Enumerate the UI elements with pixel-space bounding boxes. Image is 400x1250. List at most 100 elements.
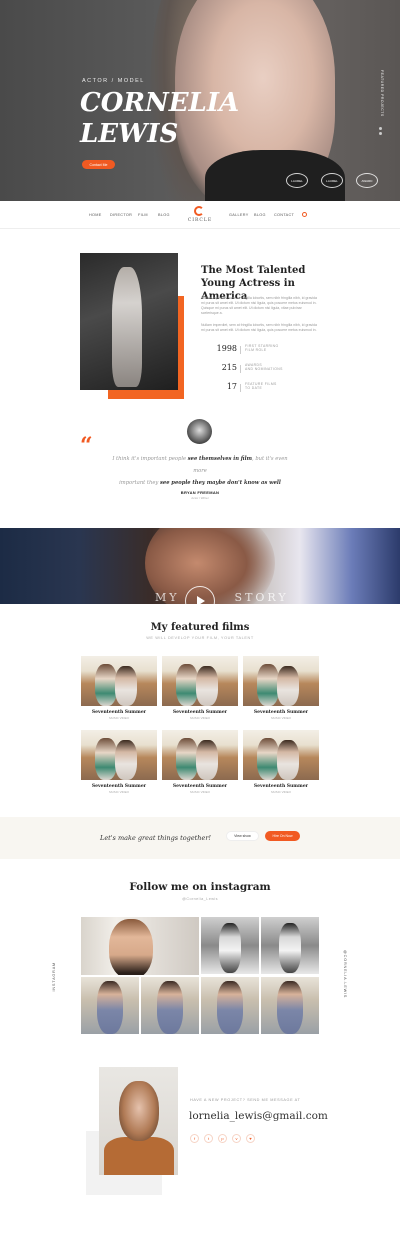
nav-blog[interactable]: BLOG: [158, 213, 170, 217]
stat-divider: [240, 346, 241, 354]
contact-label: HAVE A NEW PROJECT? SEND ME MESSAGE AT: [190, 1098, 301, 1102]
film-card[interactable]: Seventeenth Summer MUSIC VIDEO: [81, 656, 157, 722]
search-icon[interactable]: [302, 212, 307, 217]
film-title[interactable]: Seventeenth Summer: [162, 710, 238, 715]
hero-pager[interactable]: [379, 127, 382, 137]
film-thumbnail[interactable]: [243, 730, 319, 780]
film-category: MUSIC VIDEO: [109, 716, 129, 720]
films-subtitle: WE WILL DEVELOP YOUR FILM, YOUR TALENT: [146, 636, 254, 640]
film-thumbnail[interactable]: [162, 656, 238, 706]
instagram-photo[interactable]: [261, 977, 319, 1034]
stat-divider: [240, 384, 241, 392]
stat-label-line2: AND NOMINATIONS: [245, 367, 283, 372]
instagram-photo[interactable]: [141, 977, 199, 1034]
film-card[interactable]: Seventeenth Summer MUSIC VIDEO: [162, 730, 238, 796]
stat-number: 215: [221, 363, 237, 372]
film-title[interactable]: Seventeenth Summer: [81, 710, 157, 715]
logo-icon[interactable]: [194, 206, 204, 216]
film-thumbnail[interactable]: [243, 656, 319, 706]
film-title[interactable]: Seventeenth Summer: [81, 784, 157, 789]
film-thumbnail[interactable]: [81, 656, 157, 706]
facebook-icon[interactable]: f: [190, 1134, 199, 1143]
film-category: MUSIC VIDEO: [271, 790, 291, 794]
quote-author-role: Actor / Writer: [191, 496, 209, 500]
quote-text: I think it's important people see themse…: [110, 453, 290, 489]
instagram-side-label: INSTAGRAM: [52, 962, 56, 992]
stat-item: 215 AWARDS AND NOMINATIONS: [215, 363, 325, 377]
nav-contact[interactable]: CONTACT: [274, 213, 294, 217]
contact-email[interactable]: lornelia_lewis@gmail.com: [189, 1110, 328, 1122]
films-title: My featured films: [150, 622, 250, 633]
quote-fragment: I think it's important people: [112, 456, 188, 462]
instagram-photo[interactable]: [81, 917, 199, 975]
pinterest-icon[interactable]: p: [218, 1134, 227, 1143]
film-thumbnail[interactable]: [81, 730, 157, 780]
instagram-handle[interactable]: @Cornelia_Lewis: [100, 897, 300, 901]
film-category: MUSIC VIDEO: [109, 790, 129, 794]
stat-item: 1998 FIRST STARRING FILM ROLE: [215, 344, 325, 358]
nav-director[interactable]: DIRECTOR: [110, 213, 132, 217]
nav-home[interactable]: HOME: [89, 213, 102, 217]
quote-emphasis: see themselves in film: [187, 456, 253, 462]
about-paragraph-1: Nullam imperdiet, sem at fringilla lobor…: [201, 296, 317, 315]
stat-number: 1998: [216, 344, 237, 353]
hero-title-line1: CORNELIA: [80, 88, 240, 118]
film-category: MUSIC VIDEO: [271, 716, 291, 720]
quote-fragment: important they: [119, 480, 160, 486]
instagram-side-handle: @CORNELIA.LEWIS: [343, 950, 347, 999]
laurel-award-icon: LAUREL: [286, 173, 308, 188]
about-photo: [80, 253, 178, 390]
hero-eyebrow: ACTOR / MODEL: [82, 78, 145, 84]
view-show-button[interactable]: View show: [226, 831, 259, 841]
stat-label: FEATURE FILMS TO DATE: [245, 382, 277, 390]
stat-divider: [240, 365, 241, 373]
film-card[interactable]: Seventeenth Summer MUSIC VIDEO: [162, 656, 238, 722]
video-title: MY STORY: [155, 591, 289, 604]
nav-film[interactable]: FILM: [138, 213, 148, 217]
stat-label: AWARDS AND NOMINATIONS: [245, 363, 283, 371]
quote-emphasis: see people they maybe don't know as well: [159, 480, 281, 486]
stat-item: 17 FEATURE FILMS TO DATE: [215, 382, 325, 396]
hire-now-button[interactable]: Hire On Now: [265, 831, 300, 841]
nav-gallery[interactable]: GALLERY: [229, 213, 249, 217]
vimeo-icon[interactable]: v: [232, 1134, 241, 1143]
award-badge-icon: AWARD: [356, 173, 378, 188]
instagram-photo[interactable]: [201, 917, 259, 974]
film-title[interactable]: Seventeenth Summer: [243, 784, 319, 789]
laurel-award-icon: LAUREL: [321, 173, 343, 188]
pager-dot[interactable]: [379, 132, 382, 135]
nav-blog-right[interactable]: BLOG: [254, 213, 266, 217]
heart-icon[interactable]: ♥: [246, 1134, 255, 1143]
about-figure: [112, 267, 142, 387]
contact-photo: [99, 1067, 178, 1175]
hero-title-line2: LEWIS: [80, 119, 179, 149]
video-title-left: MY: [155, 591, 180, 604]
film-card[interactable]: Seventeenth Summer MUSIC VIDEO: [243, 730, 319, 796]
pager-dot[interactable]: [379, 127, 382, 130]
film-card[interactable]: Seventeenth Summer MUSIC VIDEO: [243, 656, 319, 722]
twitter-icon[interactable]: t: [204, 1134, 213, 1143]
logo-text[interactable]: CIRCLE: [184, 218, 216, 223]
quote-avatar: [187, 419, 212, 444]
instagram-title: Follow me on instagram: [129, 881, 271, 893]
about-paragraph-2: Nullam imperdiet, sem at fringilla lobor…: [201, 323, 317, 332]
cta-text: Let's make great things together!: [100, 834, 212, 842]
stat-label-line2: FILM ROLE: [245, 348, 267, 353]
hero-title: CORNELIA LEWIS: [80, 88, 239, 150]
film-category: MUSIC VIDEO: [190, 716, 210, 720]
instagram-photo[interactable]: [81, 977, 139, 1034]
contact-me-button[interactable]: Contact Me: [82, 160, 115, 169]
section-divider: [0, 604, 400, 624]
film-card[interactable]: Seventeenth Summer MUSIC VIDEO: [81, 730, 157, 796]
film-title[interactable]: Seventeenth Summer: [162, 784, 238, 789]
film-thumbnail[interactable]: [162, 730, 238, 780]
film-title[interactable]: Seventeenth Summer: [243, 710, 319, 715]
film-category: MUSIC VIDEO: [190, 790, 210, 794]
stat-label-line2: TO DATE: [245, 386, 263, 391]
video-title-right: STORY: [234, 591, 289, 604]
instagram-photo[interactable]: [261, 917, 319, 974]
stat-number: 17: [226, 382, 237, 391]
stat-label: FIRST STARRING FILM ROLE: [245, 344, 279, 352]
award-logos: LAUREL LAUREL AWARD: [286, 173, 378, 188]
instagram-photo[interactable]: [201, 977, 259, 1034]
